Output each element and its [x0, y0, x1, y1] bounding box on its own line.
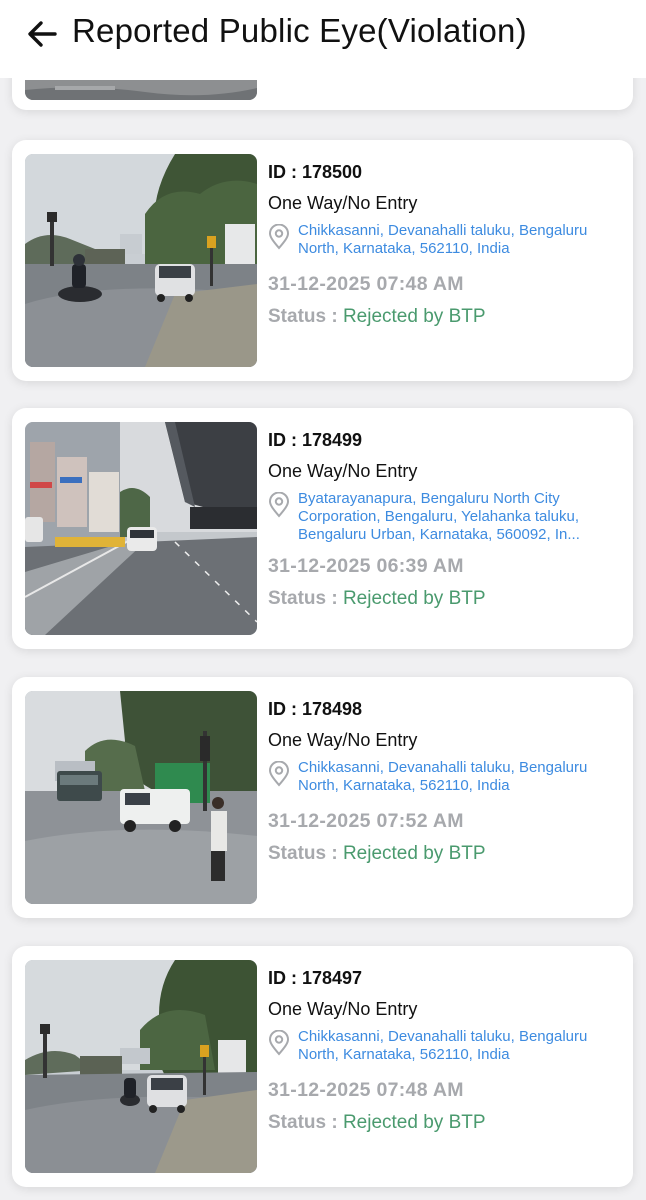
status-badge: Rejected by BTP: [342, 843, 486, 864]
report-id: ID : 178498: [268, 699, 363, 719]
location-pin-icon: [268, 224, 290, 250]
status-badge: Rejected by BTP: [342, 588, 486, 609]
report-address: Chikkasanni, Devanahalli taluku, Bengalu…: [268, 222, 624, 262]
app-header: Reported Public Eye(Violation): [0, 0, 646, 78]
report-card[interactable]: ID : 178497 One Way/No Entry Chikkasanni…: [12, 946, 633, 1187]
report-photo: [25, 422, 257, 635]
violation-type: One Way/No Entry: [268, 730, 418, 750]
report-id: ID : 178497: [268, 968, 363, 988]
report-datetime: 31-12-2025 07:52 AM: [268, 810, 464, 832]
report-photo: [25, 154, 257, 367]
location-pin-icon: [268, 492, 290, 518]
report-id: ID : 178500: [268, 162, 363, 182]
violation-type: One Way/No Entry: [268, 461, 418, 481]
report-card[interactable]: ID : 178499 One Way/No Entry Byatarayana…: [12, 408, 633, 649]
report-card-partial[interactable]: [12, 78, 633, 110]
arrow-left-icon: [28, 21, 57, 47]
report-photo: [25, 691, 257, 904]
report-datetime: 31-12-2025 07:48 AM: [268, 1079, 464, 1101]
report-status: Status : Rejected by BTP: [268, 1112, 486, 1133]
report-address: Byatarayanapura, Bengaluru North City Co…: [268, 490, 624, 544]
reports-list[interactable]: ID : 178500 One Way/No Entry Chikkasanni…: [0, 78, 646, 1200]
report-id: ID : 178499: [268, 430, 363, 450]
report-card[interactable]: ID : 178498 One Way/No Entry Chikkasanni…: [12, 677, 633, 918]
report-datetime: 31-12-2025 06:39 AM: [268, 555, 464, 577]
report-address: Chikkasanni, Devanahalli taluku, Bengalu…: [268, 1028, 624, 1068]
location-pin-icon: [268, 761, 290, 787]
back-button[interactable]: [22, 14, 62, 54]
report-status: Status : Rejected by BTP: [268, 843, 486, 864]
location-pin-icon: [268, 1030, 290, 1056]
status-badge: Rejected by BTP: [342, 1112, 486, 1133]
violation-type: One Way/No Entry: [268, 999, 418, 1019]
report-address: Chikkasanni, Devanahalli taluku, Bengalu…: [268, 759, 624, 799]
report-status: Status : Rejected by BTP: [268, 588, 486, 609]
report-datetime: 31-12-2025 07:48 AM: [268, 273, 464, 295]
report-card[interactable]: ID : 178500 One Way/No Entry Chikkasanni…: [12, 140, 633, 381]
page-title: Reported Public Eye(Violation): [72, 12, 527, 49]
status-badge: Rejected by BTP: [342, 306, 486, 327]
report-photo: [25, 80, 257, 100]
report-photo: [25, 960, 257, 1173]
report-status: Status : Rejected by BTP: [268, 306, 486, 327]
violation-type: One Way/No Entry: [268, 193, 418, 213]
